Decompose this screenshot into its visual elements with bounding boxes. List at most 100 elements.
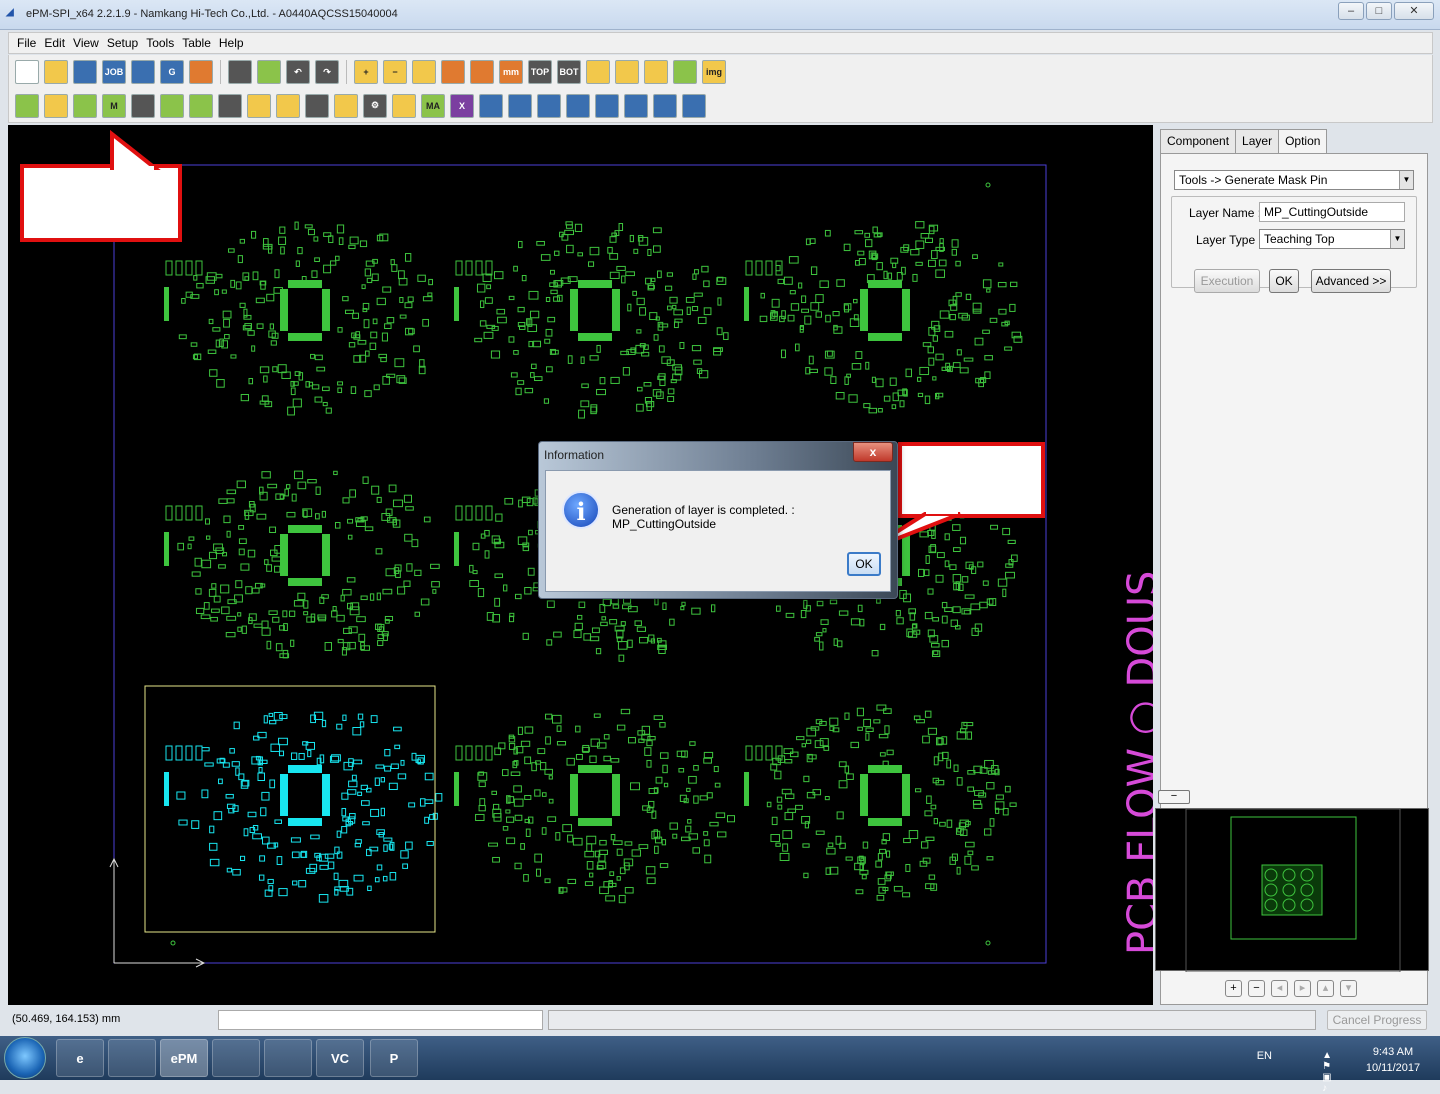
component-edit-icon[interactable] (189, 93, 213, 118)
polygon-icon[interactable] (276, 93, 300, 118)
minimize-button[interactable]: ‒ (1338, 2, 1364, 20)
component-icon[interactable] (160, 93, 184, 118)
chip-disabled-icon[interactable] (131, 93, 155, 118)
table-icon[interactable] (653, 93, 677, 118)
job-icon[interactable]: JOB (102, 60, 126, 84)
pan-icon[interactable] (470, 60, 494, 84)
menu-help[interactable]: Help (219, 36, 244, 50)
layer-type-select[interactable]: Teaching Top ▼ (1259, 229, 1405, 249)
light-icon[interactable] (644, 60, 668, 84)
grid-step-icon[interactable] (624, 93, 648, 118)
dialog-close-button[interactable]: x (853, 442, 893, 462)
vc-task-icon[interactable]: VC (316, 1039, 364, 1077)
menu-edit[interactable]: Edit (44, 36, 65, 50)
smd-pad (528, 340, 534, 348)
new-file-icon[interactable] (15, 60, 39, 84)
smd-pad (350, 386, 357, 394)
collapse-button[interactable]: − (1158, 790, 1190, 804)
tray-icons[interactable]: ▲ ⚑ ▣ ♪ (1322, 1050, 1332, 1094)
cut-icon[interactable] (44, 93, 68, 118)
minimap-pan-right-button[interactable]: ▸ (1294, 980, 1311, 997)
zoom-window-icon[interactable] (441, 60, 465, 84)
minimap-zoom-out-button[interactable]: − (1248, 980, 1265, 997)
bottom-icon[interactable]: BOT (557, 60, 581, 84)
smd-pad (919, 531, 929, 538)
tab-option[interactable]: Option (1278, 129, 1328, 153)
import-icon[interactable] (189, 60, 213, 84)
move-icon[interactable] (334, 93, 358, 118)
powerpoint-icon[interactable]: P (370, 1039, 418, 1077)
mask-icon[interactable]: M (102, 93, 126, 118)
redo-icon[interactable]: ↷ (315, 60, 339, 84)
explorer-folder-icon[interactable] (108, 1039, 156, 1077)
smd-pad (490, 350, 501, 359)
open-folder-icon[interactable] (44, 60, 68, 84)
layer-edit-icon[interactable] (257, 60, 281, 84)
clock-time[interactable]: 9:43 AM (1358, 1046, 1428, 1058)
zoom-fit-icon[interactable] (412, 60, 436, 84)
auto-mark-icon[interactable]: MA (421, 93, 445, 118)
ie-icon[interactable]: e (56, 1039, 104, 1077)
grid-disabled-icon[interactable] (228, 60, 252, 84)
minimap-pan-down-button[interactable]: ▾ (1340, 980, 1357, 997)
dialog-ok-button[interactable]: OK (847, 552, 881, 576)
epm-task-icon[interactable]: ePM (160, 1039, 208, 1077)
export-icon[interactable] (131, 60, 155, 84)
smd-pad (771, 816, 778, 826)
smd-pad (686, 306, 691, 315)
pad-icon[interactable] (73, 93, 97, 118)
start-button[interactable] (4, 1037, 46, 1079)
execution-button[interactable]: Execution (1194, 269, 1260, 293)
clock-date[interactable]: 10/11/2017 (1358, 1062, 1428, 1074)
pad-link-icon[interactable] (479, 93, 503, 118)
mirror-icon[interactable] (566, 93, 590, 118)
flip-icon[interactable] (682, 93, 706, 118)
maximize-button[interactable]: □ (1366, 2, 1392, 20)
minimap-pan-up-button[interactable]: ▴ (1317, 980, 1334, 997)
zoom-in-icon[interactable]: + (354, 60, 378, 84)
save-icon[interactable] (73, 60, 97, 84)
gerber-icon[interactable]: G (160, 60, 184, 84)
close-window-button[interactable]: ✕ (1394, 2, 1434, 20)
delete-icon[interactable]: X (450, 93, 474, 118)
measure-icon[interactable]: mm (499, 60, 523, 84)
pad-rotate-icon[interactable] (508, 93, 532, 118)
hand-icon[interactable] (218, 93, 242, 118)
advanced-button[interactable]: Advanced >> (1311, 269, 1391, 293)
minimap-pan-left-button[interactable]: ◂ (1271, 980, 1288, 997)
top-icon[interactable]: TOP (528, 60, 552, 84)
rotate-icon[interactable] (586, 60, 610, 84)
select-icon[interactable] (247, 93, 271, 118)
array-icon[interactable] (537, 93, 561, 118)
menu-tools[interactable]: Tools (146, 36, 174, 50)
image-icon[interactable]: img (702, 60, 726, 84)
gear-icon[interactable]: ⚙ (363, 93, 387, 118)
highlight-icon[interactable] (615, 60, 639, 84)
language-indicator[interactable]: EN (1257, 1050, 1272, 1062)
menu-setup[interactable]: Setup (107, 36, 138, 50)
cancel-progress-button[interactable]: Cancel Progress (1327, 1010, 1427, 1030)
dialog-title: Information (544, 448, 605, 462)
ok-button[interactable]: OK (1269, 269, 1299, 293)
array-step-icon[interactable] (595, 93, 619, 118)
tab-layer[interactable]: Layer (1235, 129, 1280, 153)
coordinate-readout: (50.469, 164.153) mm (12, 1013, 121, 1025)
function-select[interactable]: Tools -> Generate Mask Pin ▼ (1174, 170, 1414, 190)
tab-component[interactable]: Component (1160, 129, 1237, 153)
menu-view[interactable]: View (73, 36, 99, 50)
minimap[interactable] (1155, 808, 1429, 973)
smd-pad (475, 260, 483, 276)
app-task-icon[interactable] (264, 1039, 312, 1077)
align-icon[interactable] (673, 60, 697, 84)
fiducial-icon[interactable] (392, 93, 416, 118)
undo-icon[interactable]: ↶ (286, 60, 310, 84)
zoom-out-icon[interactable]: − (383, 60, 407, 84)
smd-pad (534, 853, 543, 863)
minimap-zoom-in-button[interactable]: + (1225, 980, 1242, 997)
layer-name-input[interactable]: MP_CuttingOutside (1259, 202, 1405, 222)
menu-table[interactable]: Table (182, 36, 211, 50)
menu-file[interactable]: File (17, 36, 36, 50)
pen-icon[interactable] (15, 93, 39, 118)
window-task-icon[interactable] (212, 1039, 260, 1077)
panel-grid-icon[interactable] (305, 93, 329, 118)
